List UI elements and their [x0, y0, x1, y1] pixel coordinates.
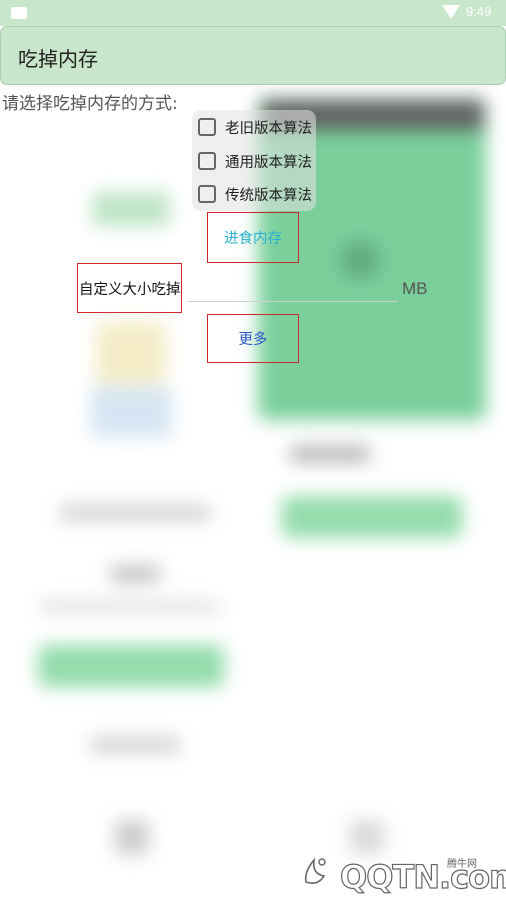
method-prompt: 请选择吃掉内存的方式: — [2, 94, 178, 114]
custom-size-eat-button[interactable]: 自定义大小吃掉 — [77, 263, 182, 313]
checkbox-icon[interactable] — [198, 118, 216, 136]
qqtn-logo-icon — [304, 857, 326, 884]
title-bar: 吃掉内存 — [0, 26, 506, 85]
option-label: 通用版本算法 — [225, 154, 312, 171]
option-label: 老旧版本算法 — [225, 120, 312, 137]
checkbox-icon[interactable] — [198, 185, 216, 203]
checkbox-icon[interactable] — [198, 152, 216, 170]
unit-label: MB — [402, 279, 428, 298]
option-common-algorithm[interactable]: 通用版本算法 — [198, 148, 312, 174]
notification-app-icon — [11, 7, 27, 19]
option-label: 传统版本算法 — [225, 187, 312, 204]
more-button[interactable]: 更多 — [207, 314, 299, 363]
option-old-algorithm[interactable]: 老旧版本算法 — [198, 114, 312, 140]
page-title: 吃掉内存 — [18, 47, 98, 71]
status-bar: 9:49 — [0, 0, 506, 26]
status-time: 9:49 — [466, 4, 492, 19]
watermark-text: QQTN.com — [339, 857, 506, 896]
algorithm-options: 老旧版本算法 通用版本算法 传统版本算法 — [192, 110, 316, 211]
wifi-icon — [442, 5, 460, 19]
eat-memory-button[interactable]: 进食内存 — [207, 212, 299, 263]
size-input[interactable] — [187, 276, 398, 302]
option-traditional-algorithm[interactable]: 传统版本算法 — [198, 181, 312, 207]
